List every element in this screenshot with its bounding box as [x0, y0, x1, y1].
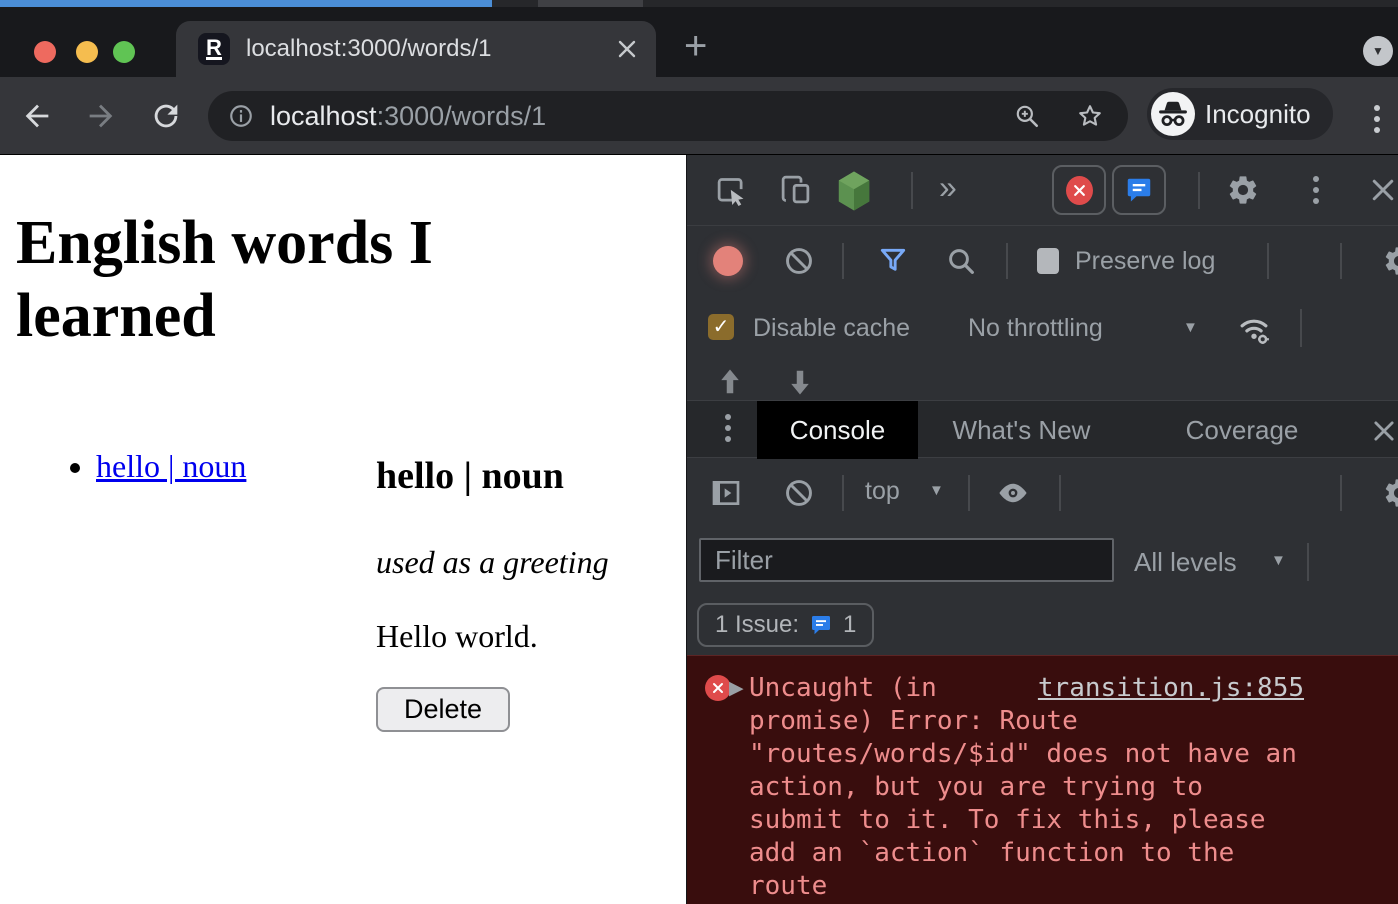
console-filter-row: All levels ▼: [687, 527, 1398, 595]
throttling-select[interactable]: No throttling: [968, 314, 1103, 343]
bookmark-star-icon[interactable]: [1076, 102, 1104, 130]
console-toolbar: top ▼: [687, 458, 1398, 527]
navigation-toolbar: localhost:3000/words/1 Incognito: [0, 77, 1398, 155]
delete-button[interactable]: Delete: [376, 687, 510, 732]
device-toolbar-icon[interactable]: [779, 173, 812, 206]
maximize-window-button[interactable]: [113, 41, 135, 63]
error-source-link[interactable]: transition.js:855: [952, 672, 1304, 705]
incognito-badge[interactable]: Incognito: [1147, 88, 1333, 140]
zoom-in-icon[interactable]: [1014, 103, 1040, 129]
disable-cache-label[interactable]: Disable cache: [753, 314, 910, 343]
word-usage: Hello world.: [376, 618, 666, 655]
throttling-dropdown-icon[interactable]: ▼: [1183, 319, 1198, 336]
network-search-icon[interactable]: [945, 245, 977, 277]
network-settings-icon[interactable]: [1382, 244, 1398, 278]
issues-badge[interactable]: [1112, 165, 1166, 215]
site-info-icon[interactable]: [228, 103, 254, 129]
expand-error-icon[interactable]: ▶: [729, 677, 744, 699]
forward-icon[interactable]: [84, 99, 118, 133]
devtools-menu-icon[interactable]: [1313, 176, 1319, 182]
tab-strip: R localhost:3000/words/1 + ▼: [0, 7, 1398, 77]
rendered-page: English words I learned hello | noun hel…: [0, 155, 686, 904]
devtools-main-toolbar: »: [687, 155, 1398, 226]
tab-whats-new[interactable]: What's New: [941, 401, 1102, 459]
url-text: localhost:3000/words/1: [270, 91, 546, 141]
network-conditions-row: ✓ Disable cache No throttling ▼: [687, 295, 1398, 359]
background-window-strip: [0, 0, 492, 7]
word-definition: used as a greeting: [376, 544, 666, 581]
clear-network-icon[interactable]: [783, 245, 815, 277]
browser-tab[interactable]: R localhost:3000/words/1: [176, 21, 656, 77]
network-toolbar: Preserve log: [687, 226, 1398, 295]
devtools-panel: »: [686, 155, 1398, 904]
background-window-segment: [538, 0, 643, 7]
nodejs-context-icon[interactable]: [833, 169, 875, 213]
word-list: hello | noun: [16, 448, 296, 732]
browser-menu-icon[interactable]: [1374, 105, 1380, 111]
error-text: transition.js:855Uncaught (in promise) E…: [749, 672, 1304, 903]
minimize-window-button[interactable]: [76, 41, 98, 63]
preserve-log-label: Preserve log: [1075, 247, 1215, 276]
console-settings-icon[interactable]: [1382, 476, 1398, 510]
console-filter-input[interactable]: [699, 538, 1114, 582]
context-dropdown-icon[interactable]: ▼: [929, 482, 944, 499]
url-bar[interactable]: localhost:3000/words/1: [208, 91, 1128, 141]
error-level-icon: [705, 675, 731, 701]
tab-title: localhost:3000/words/1: [246, 21, 491, 77]
tab-close-icon[interactable]: [616, 38, 638, 60]
remix-favicon: R: [198, 33, 230, 65]
record-network-log-button[interactable]: [713, 246, 743, 276]
network-conditions-icon[interactable]: [1235, 310, 1273, 348]
live-expression-eye-icon[interactable]: [996, 476, 1030, 510]
tab-search-button[interactable]: ▼: [1363, 36, 1393, 66]
issue-label: 1 Issue:: [715, 611, 799, 639]
drawer-close-icon[interactable]: [1370, 417, 1398, 445]
log-levels-select[interactable]: All levels: [1134, 547, 1237, 578]
console-sidebar-icon[interactable]: [710, 477, 742, 509]
har-buttons-row: [687, 359, 1398, 400]
error-message: Uncaught (in promise) Error: Route "rout…: [749, 673, 1297, 901]
tab-console[interactable]: Console: [757, 401, 918, 459]
console-error-message[interactable]: ▶ transition.js:855Uncaught (in promise)…: [687, 655, 1398, 904]
import-har-icon[interactable]: [717, 367, 743, 397]
disable-cache-checkbox[interactable]: ✓: [708, 314, 734, 340]
window-top-edge: [0, 0, 1398, 7]
issue-counter-button[interactable]: 1 Issue: 1: [697, 603, 874, 647]
devtools-close-icon[interactable]: [1368, 175, 1398, 205]
levels-dropdown-icon[interactable]: ▼: [1271, 552, 1286, 569]
clear-console-icon[interactable]: [783, 477, 815, 509]
word-detail: hello | noun used as a greeting Hello wo…: [376, 448, 666, 732]
new-tab-button[interactable]: +: [684, 29, 707, 63]
incognito-label: Incognito: [1205, 88, 1311, 140]
more-tabs-icon[interactable]: »: [939, 169, 957, 206]
export-har-icon[interactable]: [787, 367, 813, 397]
tab-coverage[interactable]: Coverage: [1177, 401, 1307, 459]
error-icon: [1066, 176, 1093, 205]
error-count-badge[interactable]: [1052, 165, 1106, 215]
issue-bubble-icon: [809, 613, 833, 637]
network-filter-icon[interactable]: [877, 245, 909, 277]
window-content: English words I learned hello | noun hel…: [0, 155, 1398, 904]
preserve-log-checkbox[interactable]: [1037, 248, 1059, 274]
page-title: English words I learned: [16, 207, 556, 352]
back-icon[interactable]: [20, 99, 54, 133]
issues-bubble-icon: [1124, 175, 1154, 205]
issue-count: 1: [843, 611, 856, 639]
word-list-item: hello | noun: [96, 448, 296, 485]
devtools-settings-icon[interactable]: [1226, 173, 1260, 207]
word-link[interactable]: hello | noun: [96, 448, 246, 484]
context-select[interactable]: top: [865, 477, 900, 506]
reload-icon[interactable]: [149, 99, 183, 133]
word-detail-title: hello | noun: [376, 454, 666, 498]
close-window-button[interactable]: [34, 41, 56, 63]
inspect-element-icon[interactable]: [715, 174, 748, 207]
console-issue-row: 1 Issue: 1: [687, 595, 1398, 655]
drawer-tab-bar: Console What's New Coverage: [687, 400, 1398, 458]
incognito-icon: [1151, 92, 1195, 136]
drawer-menu-icon[interactable]: [725, 414, 731, 420]
word-row: hello | noun hello | noun used as a gree…: [16, 448, 686, 732]
